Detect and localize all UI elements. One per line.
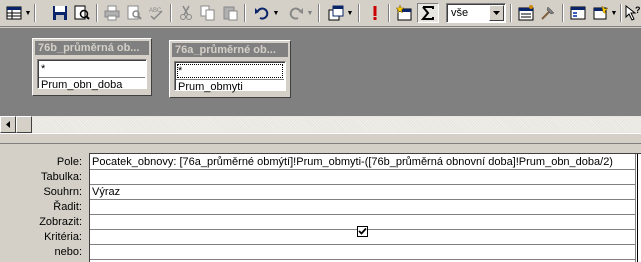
field-prum-obn-doba[interactable]: Prum_obn_doba [40,78,122,92]
checkmark-icon [358,227,367,235]
grid-cells[interactable]: Pocatek_obnovy: [76a_průměrné obmýtí]!Pr… [89,153,641,262]
run-icon [373,6,377,20]
svg-text:?: ? [635,5,641,15]
database-window-icon [570,6,586,20]
new-object-button[interactable] [590,3,610,23]
scroll-track[interactable] [32,117,641,132]
spelling-button[interactable]: ABC [146,3,166,23]
new-object-icon [593,5,608,20]
save-icon [53,6,67,20]
save-button[interactable] [50,3,70,23]
table-pane-horizontal-scrollbar[interactable] [0,116,641,133]
table-76b[interactable]: 76b_průměrná ob... * Prum_obn_doba [32,38,152,96]
row-label-criteria: Kritéria: [44,231,82,243]
table-pane[interactable]: 76b_průměrná ob... * Prum_obn_doba 76a_p… [0,28,641,116]
chevron-left-icon [6,121,10,128]
paste-icon [223,6,238,21]
row-label-table: Tabulka: [41,171,82,183]
scroll-thumb[interactable] [16,116,32,133]
query-type-dropdown-arrow[interactable]: ▼ [347,5,354,21]
search-button[interactable] [72,3,92,23]
table-title[interactable]: 76b_průměrná ob... [35,41,149,55]
totals-icon [420,6,434,20]
design-grid: Pole: Tabulka: Souhrn: Řadit: Zobrazit: … [0,145,641,262]
undo-icon [255,7,269,20]
row-label-show: Zobrazit: [39,216,82,228]
show-table-icon [396,5,412,21]
table-76a[interactable]: 76a_průměrné ob... * Prum_obmyti [169,40,291,98]
show-checkbox-column1[interactable] [357,226,368,237]
field-list[interactable]: * Prum_obmyti [174,61,286,94]
field-prum-obmyti[interactable]: Prum_obmyti [177,80,243,94]
row-label-sort: Řadit: [53,201,82,213]
redo-icon [289,7,303,20]
chevron-down-icon [493,11,500,15]
field-all[interactable]: * [40,62,45,76]
help-button[interactable]: ? [625,3,641,23]
top-values-value: vše [451,7,469,19]
properties-icon [518,5,534,21]
scroll-left-button[interactable] [0,116,16,133]
query-type-icon [328,5,344,21]
row-label-field: Pole: [56,156,82,168]
cell-field-column1[interactable]: Pocatek_obnovy: [76a_průměrné obmýtí]!Pr… [92,155,613,169]
table-title[interactable]: 76a_průměrné ob... [172,43,288,57]
view-button[interactable] [4,3,24,23]
help-icon: ? [625,5,641,21]
copy-button[interactable] [198,3,218,23]
build-button[interactable] [538,3,558,23]
undo-button[interactable] [252,3,272,23]
paste-button[interactable] [220,3,240,23]
redo-button[interactable] [286,3,306,23]
build-icon [541,6,555,20]
totals-button[interactable] [417,3,439,23]
cut-icon [180,5,192,20]
query-design-window: ▼ ABC ▼ ▼ ▼ vše ▼ ? 76b_průměrná ob... *… [0,0,641,262]
show-table-button[interactable] [394,3,414,23]
new-object-dropdown-arrow[interactable]: ▼ [611,5,618,21]
top-values-combo[interactable]: vše [446,3,506,23]
run-button[interactable] [366,3,384,23]
query-type-button[interactable] [326,3,346,23]
spelling-icon: ABC [149,8,163,21]
database-window-button[interactable] [568,3,588,23]
field-all[interactable]: * [177,64,283,78]
print-preview-icon [127,5,142,20]
search-icon [74,5,90,20]
properties-button[interactable] [516,3,536,23]
undo-dropdown-arrow[interactable]: ▼ [273,5,280,21]
pane-splitter[interactable] [0,133,641,144]
top-values-dropdown-button[interactable] [489,5,504,21]
query-design-toolbar: ▼ ABC ▼ ▼ ▼ vše ▼ ? [0,0,641,27]
copy-icon [200,5,215,21]
view-icon [6,6,22,20]
print-icon [104,5,120,21]
print-preview-button[interactable] [124,3,144,23]
cell-total-column1[interactable]: Výraz [92,185,120,199]
field-list[interactable]: * Prum_obn_doba [37,59,147,92]
row-label-total: Souhrn: [43,186,82,198]
view-dropdown-arrow[interactable]: ▼ [25,5,32,21]
redo-dropdown-arrow[interactable]: ▼ [307,5,314,21]
cut-button[interactable] [176,3,196,23]
row-label-or: nebo: [54,246,82,258]
print-button[interactable] [102,3,122,23]
